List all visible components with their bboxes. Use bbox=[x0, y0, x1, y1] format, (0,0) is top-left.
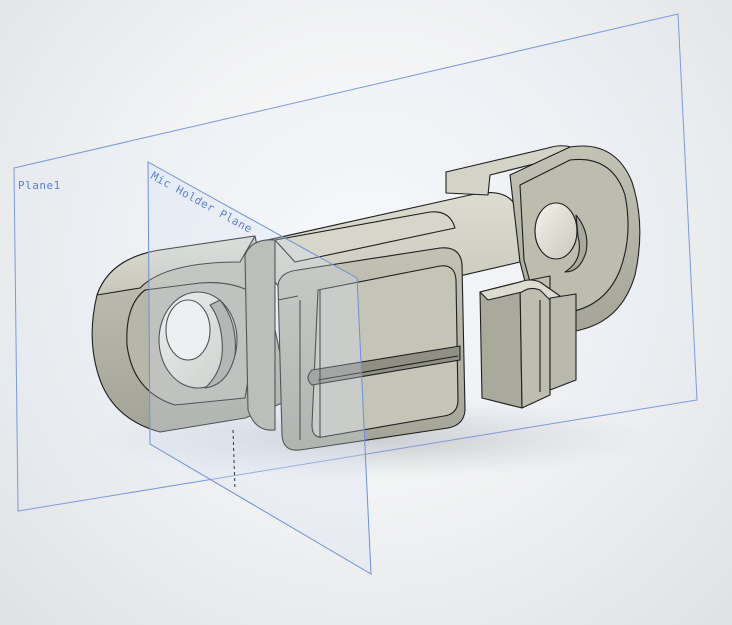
part-clip-leaf bbox=[549, 293, 577, 391]
part-right-hole bbox=[534, 202, 578, 260]
part-clip-side bbox=[479, 281, 523, 409]
3d-graphics-viewport[interactable]: Plane1 Mic Holder Plane bbox=[0, 0, 732, 625]
plane1-label: Plane1 bbox=[18, 179, 61, 192]
